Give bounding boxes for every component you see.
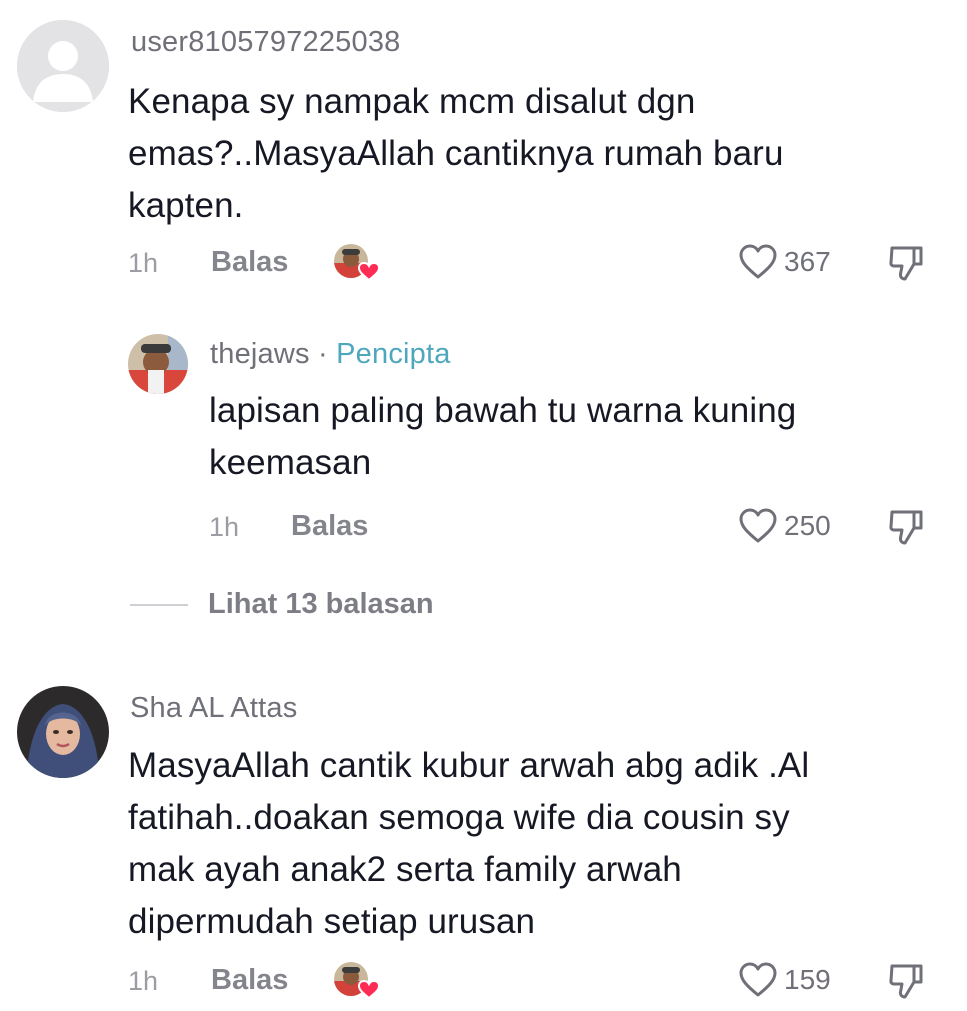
like-count: 250 <box>784 510 831 541</box>
dislike-button[interactable] <box>888 962 924 1000</box>
creator-avatar-heart-icon <box>334 962 381 1000</box>
avatar[interactable] <box>17 686 109 778</box>
creator-badge: Pencipta <box>336 338 451 370</box>
reply-username-text[interactable]: thejaws <box>210 338 310 370</box>
dislike-button[interactable] <box>888 244 924 282</box>
reply-button[interactable]: Balas <box>211 246 288 279</box>
comment-text: Kenapa sy nampak mcm disalut dgn emas?..… <box>128 82 784 225</box>
comment-username[interactable]: Sha AL Attas <box>130 692 297 725</box>
thumbs-down-icon <box>889 510 923 545</box>
heart-outline-icon <box>739 508 777 543</box>
default-user-icon <box>17 20 109 112</box>
reply-username[interactable]: thejaws · Pencipta <box>210 338 451 371</box>
like-count: 367 <box>784 246 831 277</box>
thumbs-down-icon <box>889 964 923 999</box>
like-count: 159 <box>784 964 831 995</box>
avatar[interactable] <box>17 20 109 112</box>
comment-timestamp: 1h <box>128 966 159 996</box>
like-button[interactable]: 250 <box>738 507 831 545</box>
creator-liked-badge <box>333 243 381 282</box>
comment-timestamp: 1h <box>128 248 159 278</box>
reply-text: lapisan paling bawah tu warna kuning kee… <box>209 391 797 482</box>
view-replies-button[interactable]: Lihat 13 balasan <box>130 588 434 621</box>
comment-text: MasyaAllah cantik kubur arwah abg adik .… <box>128 746 810 941</box>
like-button[interactable]: 367 <box>738 243 831 281</box>
reply-button[interactable]: Balas <box>291 510 368 543</box>
dislike-button[interactable] <box>888 508 924 546</box>
like-button[interactable]: 159 <box>738 961 831 999</box>
reply-timestamp: 1h <box>209 512 240 542</box>
thumbs-down-icon <box>889 246 923 281</box>
heart-outline-icon <box>739 962 777 997</box>
comment-username[interactable]: user8105797225038 <box>131 26 400 59</box>
heart-outline-icon <box>739 244 777 279</box>
user-avatar-photo <box>17 686 109 778</box>
creator-avatar-icon <box>128 334 188 394</box>
username-separator: · <box>318 338 328 370</box>
creator-avatar-heart-icon <box>334 244 381 282</box>
view-replies-divider <box>130 603 188 606</box>
reply-button[interactable]: Balas <box>211 964 288 997</box>
creator-liked-badge <box>333 961 381 1000</box>
view-replies-label[interactable]: Lihat 13 balasan <box>208 588 434 621</box>
avatar[interactable] <box>128 334 188 394</box>
